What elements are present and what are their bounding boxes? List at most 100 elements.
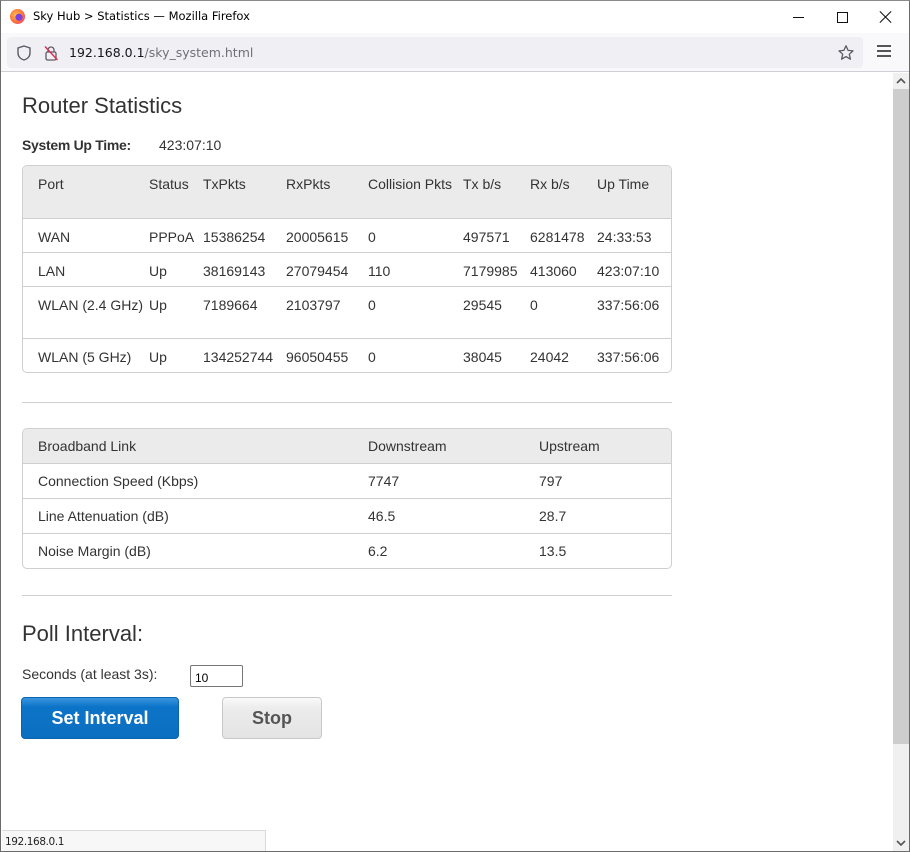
column-header: Downstream [368,429,539,464]
table-cell: 15386254 [203,217,286,252]
title-bar: Sky Hub > Statistics — Mozilla Firefox [1,1,909,33]
stop-button[interactable]: Stop [222,697,322,739]
set-interval-button[interactable]: Set Interval [21,697,179,739]
hamburger-menu-icon[interactable] [877,45,891,57]
minimize-button[interactable] [775,1,821,33]
table-cell: 497571 [463,217,530,252]
status-url-tooltip: 192.168.0.1 [2,830,266,851]
url-text[interactable]: 192.168.0.1/sky_system.html [69,45,253,60]
table-cell: 38169143 [203,251,286,286]
poll-interval-heading: Poll Interval: [22,621,144,646]
seconds-input[interactable] [190,665,243,687]
table-cell: 7747 [368,463,539,499]
table-cell: Up [149,251,203,286]
table-cell: 46.5 [368,498,539,534]
uptime-label: System Up Time: [22,137,131,153]
column-header: Port [23,166,149,218]
table-cell: 0 [368,217,463,252]
scroll-down-button[interactable] [893,835,909,851]
table-cell: 337:56:06 [597,337,671,372]
firefox-logo-icon [10,9,25,24]
column-header: Tx b/s [463,166,530,218]
table-cell: PPPoA [149,217,203,252]
table-cell: 797 [539,463,671,499]
url-bar[interactable]: 192.168.0.1/sky_system.html [7,37,863,68]
column-header: Up Time [597,166,671,218]
table-cell: 13.5 [539,533,671,568]
table-row: WLAN (5 GHz) Up 134252744 96050455 0 380… [23,337,671,372]
system-uptime: System Up Time: 423:07:10 [22,137,221,153]
seconds-label: Seconds (at least 3s): [22,666,158,682]
column-header: Rx b/s [530,166,597,218]
shield-icon[interactable] [17,45,31,61]
maximize-button[interactable] [819,1,865,33]
table-row: WAN PPPoA 15386254 20005615 0 497571 628… [23,217,671,252]
table-row: Connection Speed (Kbps) 7747 797 [23,463,671,499]
port-stats-table: Port Status TxPkts RxPkts Collision Pkts… [22,165,672,373]
table-cell: 20005615 [286,217,368,252]
table-row: Noise Margin (dB) 6.2 13.5 [23,533,671,568]
table-cell: 2103797 [286,285,368,338]
column-header: RxPkts [286,166,368,218]
table-cell: WLAN (5 GHz) [23,337,149,372]
table-header-row: Port Status TxPkts RxPkts Collision Pkts… [23,166,671,218]
broadband-link-table: Broadband Link Downstream Upstream Conne… [22,428,672,569]
table-row: WLAN (2.4 GHz) Up 7189664 2103797 0 2954… [23,285,671,338]
page-title: Router Statistics [22,93,183,118]
table-cell: 0 [368,285,463,338]
table-cell: Connection Speed (Kbps) [23,463,368,499]
scroll-up-button[interactable] [893,73,909,89]
table-cell: 29545 [463,285,530,338]
table-cell: 6.2 [368,533,539,568]
column-header: Collision Pkts [368,166,463,218]
table-cell: 24042 [530,337,597,372]
column-header: TxPkts [203,166,286,218]
table-cell: 337:56:06 [597,285,671,338]
section-divider [22,595,672,596]
table-cell: 423:07:10 [597,251,671,286]
table-cell: Up [149,285,203,338]
chevron-up-icon [896,78,906,84]
url-path: /sky_system.html [144,45,254,60]
bookmark-star-icon[interactable] [837,44,855,62]
scrollbar-thumb[interactable] [893,89,909,744]
table-cell: 0 [368,337,463,372]
minimize-icon [792,16,804,18]
insecure-lock-icon[interactable] [43,45,59,61]
table-cell: 24:33:53 [597,217,671,252]
table-cell: 38045 [463,337,530,372]
column-header: Status [149,166,203,218]
table-cell: 28.7 [539,498,671,534]
table-cell: 7179985 [463,251,530,286]
close-icon [880,11,892,23]
table-cell: 0 [530,285,597,338]
table-cell: Line Attenuation (dB) [23,498,368,534]
table-cell: 6281478 [530,217,597,252]
table-cell: 134252744 [203,337,286,372]
table-cell: Noise Margin (dB) [23,533,368,568]
section-divider [22,402,672,403]
close-window-button[interactable] [863,1,909,33]
chevron-down-icon [896,840,906,846]
table-cell: 7189664 [203,285,286,338]
table-cell: 110 [368,251,463,286]
vertical-scrollbar[interactable] [893,73,909,851]
table-cell: WAN [23,217,149,252]
window-title: Sky Hub > Statistics — Mozilla Firefox [33,9,250,23]
browser-window: Sky Hub > Statistics — Mozilla Firefox 1… [0,0,910,852]
page-content: Router Statistics System Up Time: 423:07… [2,73,893,851]
table-row: Line Attenuation (dB) 46.5 28.7 [23,498,671,534]
table-cell: 96050455 [286,337,368,372]
table-header-row: Broadband Link Downstream Upstream [23,429,671,464]
url-host: 192.168.0.1 [69,45,145,60]
navigation-toolbar: 192.168.0.1/sky_system.html [1,33,909,72]
column-header: Broadband Link [23,429,368,464]
table-cell: 413060 [530,251,597,286]
maximize-icon [836,11,848,23]
table-cell: Up [149,337,203,372]
column-header: Upstream [539,429,671,464]
table-cell: LAN [23,251,149,286]
uptime-value: 423:07:10 [159,137,222,153]
table-cell: 27079454 [286,251,368,286]
table-cell: WLAN (2.4 GHz) [23,285,149,338]
